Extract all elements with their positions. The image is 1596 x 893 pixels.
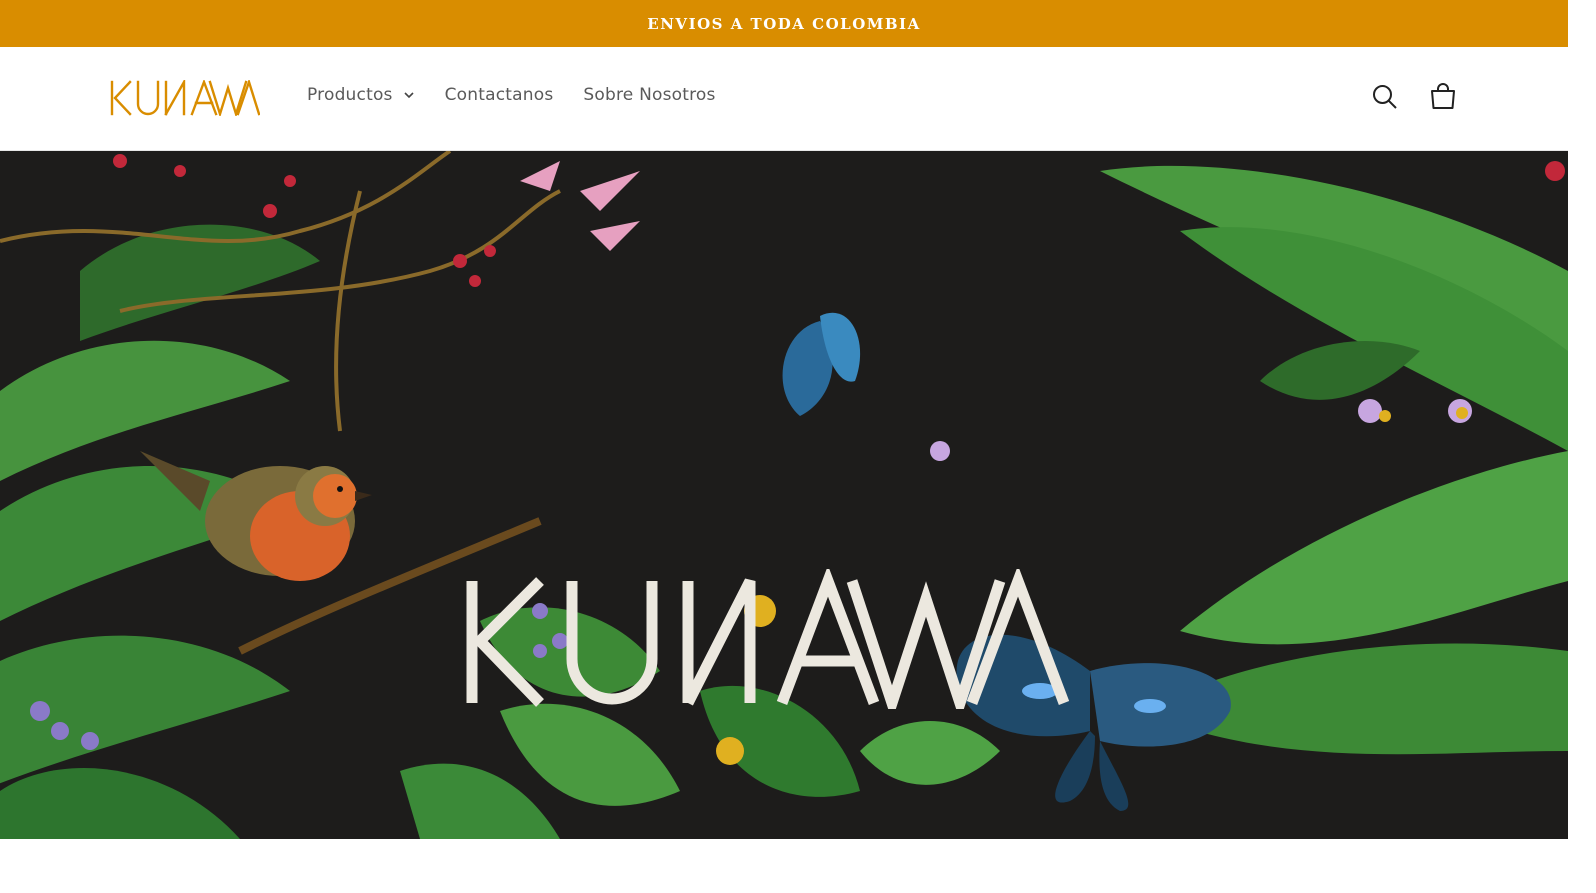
chevron-down-icon bbox=[404, 92, 414, 99]
nav-sobre-nosotros-label: Sobre Nosotros bbox=[583, 85, 716, 105]
nav-sobre-nosotros[interactable]: Sobre Nosotros bbox=[583, 85, 715, 105]
main-nav: Productos Contactanos Sobre Nosotros bbox=[307, 85, 746, 105]
search-icon bbox=[1373, 85, 1397, 109]
cart-button[interactable] bbox=[1428, 82, 1458, 112]
nav-contactanos-label: Contactanos bbox=[444, 85, 554, 105]
nav-contactanos[interactable]: Contactanos bbox=[445, 85, 554, 105]
nav-productos[interactable]: Productos bbox=[307, 85, 415, 105]
search-button[interactable] bbox=[1370, 82, 1400, 112]
cart-icon bbox=[1431, 83, 1455, 109]
site-header: Productos Contactanos Sobre Nosotros bbox=[0, 47, 1568, 151]
nav-productos-label: Productos bbox=[307, 85, 393, 105]
header-icons bbox=[1370, 82, 1458, 112]
hero-botanical-illustration bbox=[0, 151, 1568, 839]
page-scrollbar[interactable] bbox=[1568, 0, 1596, 893]
announcement-bar: ENVIOS A TODA COLOMBIA bbox=[0, 0, 1568, 47]
logo-link[interactable] bbox=[110, 77, 261, 119]
announcement-text: ENVIOS A TODA COLOMBIA bbox=[647, 14, 921, 33]
hero-banner bbox=[0, 151, 1568, 839]
hero-kunawa-logo bbox=[466, 569, 1070, 709]
kunawa-logo bbox=[110, 77, 261, 119]
